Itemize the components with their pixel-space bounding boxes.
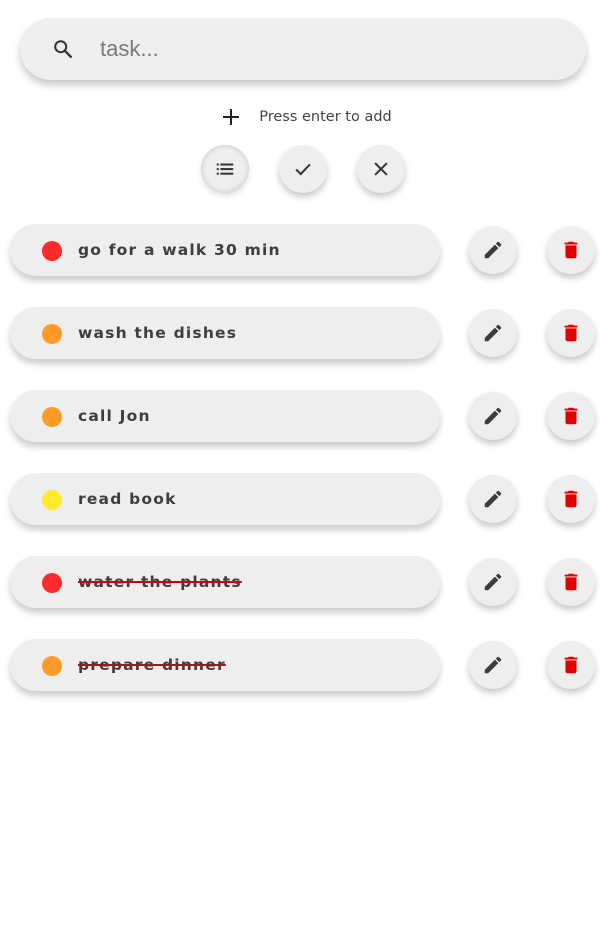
edit-button[interactable] bbox=[469, 558, 517, 606]
filter-all-button[interactable] bbox=[201, 145, 249, 193]
trash-icon bbox=[564, 656, 578, 674]
list-icon bbox=[216, 163, 234, 175]
task-input[interactable] bbox=[100, 18, 570, 80]
pencil-icon bbox=[484, 407, 502, 425]
filter-completed-button[interactable] bbox=[279, 145, 327, 193]
priority-dot bbox=[42, 490, 62, 510]
priority-dot bbox=[42, 324, 62, 344]
priority-dot bbox=[42, 656, 62, 676]
filter-uncompleted-button[interactable] bbox=[357, 145, 405, 193]
search-bar bbox=[20, 18, 586, 80]
delete-button[interactable] bbox=[547, 558, 595, 606]
delete-button[interactable] bbox=[547, 309, 595, 357]
task-label: read book bbox=[78, 490, 177, 508]
pencil-icon bbox=[484, 241, 502, 259]
plus-icon[interactable] bbox=[221, 107, 241, 127]
delete-button[interactable] bbox=[547, 641, 595, 689]
trash-icon bbox=[564, 324, 578, 342]
search-icon[interactable] bbox=[52, 38, 74, 60]
task-item[interactable]: wash the dishes bbox=[10, 307, 440, 359]
trash-icon bbox=[564, 407, 578, 425]
edit-button[interactable] bbox=[469, 641, 517, 689]
task-item[interactable]: water the plants bbox=[10, 556, 440, 608]
edit-button[interactable] bbox=[469, 475, 517, 523]
trash-icon bbox=[564, 573, 578, 591]
task-item[interactable]: go for a walk 30 min bbox=[10, 224, 440, 276]
delete-button[interactable] bbox=[547, 475, 595, 523]
task-label: water the plants bbox=[78, 573, 242, 591]
task-label: call Jon bbox=[78, 407, 151, 425]
task-item[interactable]: prepare dinner bbox=[10, 639, 440, 691]
todo-app: Press enter to add go for a walk 30 min bbox=[0, 0, 608, 952]
priority-dot bbox=[42, 407, 62, 427]
pencil-icon bbox=[484, 573, 502, 591]
pencil-icon bbox=[484, 656, 502, 674]
priority-dot bbox=[42, 573, 62, 593]
add-hint-text: Press enter to add bbox=[259, 109, 392, 125]
edit-button[interactable] bbox=[469, 226, 517, 274]
edit-button[interactable] bbox=[469, 392, 517, 440]
priority-dot bbox=[42, 241, 62, 261]
trash-icon bbox=[564, 490, 578, 508]
task-label: prepare dinner bbox=[78, 656, 226, 674]
delete-button[interactable] bbox=[547, 226, 595, 274]
close-icon bbox=[374, 162, 388, 176]
edit-button[interactable] bbox=[469, 309, 517, 357]
pencil-icon bbox=[484, 324, 502, 342]
add-hint-row: Press enter to add bbox=[0, 104, 608, 130]
trash-icon bbox=[564, 241, 578, 259]
delete-button[interactable] bbox=[547, 392, 595, 440]
task-item[interactable]: call Jon bbox=[10, 390, 440, 442]
task-label: go for a walk 30 min bbox=[78, 241, 281, 259]
task-label: wash the dishes bbox=[78, 324, 238, 342]
pencil-icon bbox=[484, 490, 502, 508]
task-item[interactable]: read book bbox=[10, 473, 440, 525]
check-icon bbox=[295, 163, 311, 176]
